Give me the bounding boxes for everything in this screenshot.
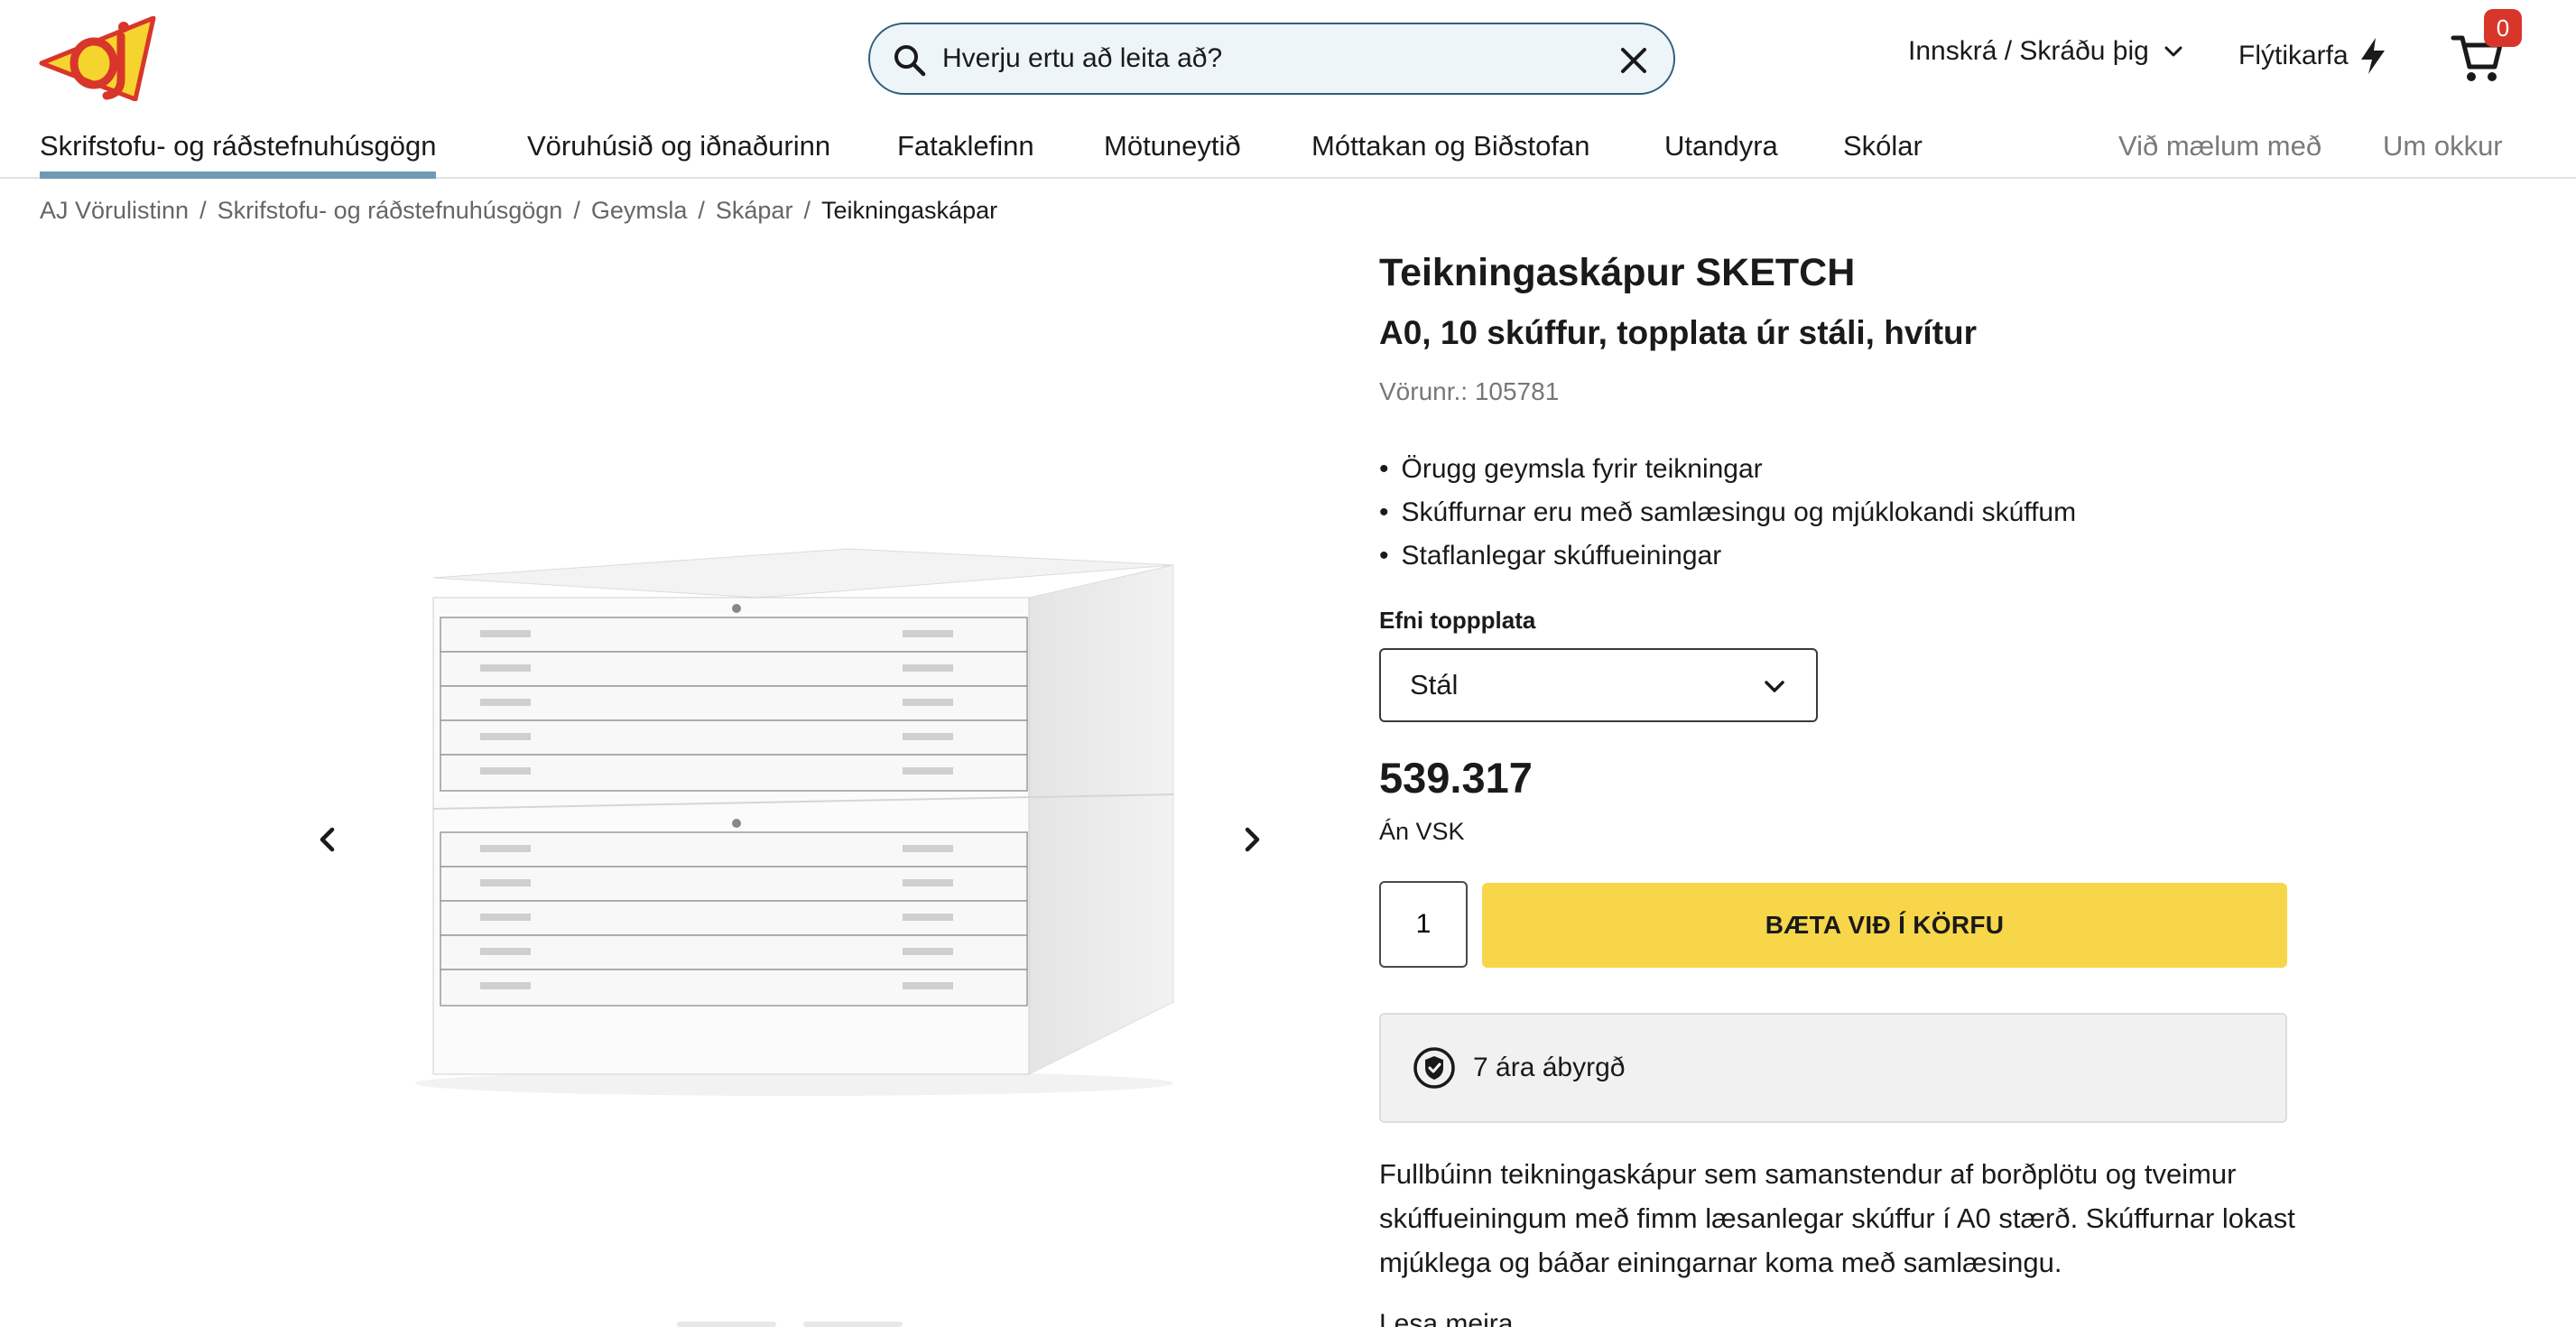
- nav-item-locker-room[interactable]: Fataklefinn: [897, 130, 1034, 162]
- breadcrumb-current: Teikningaskápar: [820, 197, 998, 224]
- gallery-thumbnails: [677, 1322, 903, 1327]
- nav-item-canteen[interactable]: Mötuneytið: [1104, 130, 1241, 162]
- vat-note: Án VSK: [1379, 818, 1465, 845]
- nav-item-reception[interactable]: Móttakan og Biðstofan: [1311, 130, 1589, 162]
- chevron-left-icon[interactable]: [305, 817, 350, 862]
- main-nav: Skrifstofu- og ráðstefnuhúsgögn Vöruhúsi…: [0, 126, 2576, 179]
- product-subtitle: A0, 10 skúffur, topplata úr stáli, hvítu…: [1379, 314, 1978, 351]
- product-sku: Vörunr.: 105781: [1379, 377, 1560, 405]
- login-button[interactable]: Innskrá / Skráðu þig: [1908, 36, 2185, 67]
- nav-item-about[interactable]: Um okkur: [2383, 130, 2503, 162]
- chevron-down-icon: [1765, 681, 1784, 692]
- shield-check-icon: [1413, 1047, 1455, 1089]
- login-label: Innskrá / Skráðu þig: [1908, 36, 2149, 66]
- chevron-down-icon: [2164, 46, 2182, 57]
- breadcrumb-link[interactable]: Skrifstofu- og ráðstefnuhúsgögn: [218, 197, 563, 225]
- list-item: Örugg geymsla fyrir teikningar: [1379, 448, 2076, 491]
- quantity-input[interactable]: [1379, 881, 1468, 968]
- add-to-cart-button[interactable]: BÆTA VIÐ Í KÖRFU: [1482, 883, 2287, 968]
- product-image: [415, 548, 1174, 1096]
- product-bullets: Örugg geymsla fyrir teikningar Skúffurna…: [1379, 448, 2077, 578]
- select-value: Stál: [1410, 669, 1459, 701]
- cart-count-badge: 0: [2484, 9, 2522, 47]
- warranty-box: 7 ára ábyrgð: [1379, 1013, 2287, 1123]
- nav-item-office[interactable]: Skrifstofu- og ráðstefnuhúsgögn: [40, 130, 437, 179]
- nav-item-outdoor[interactable]: Utandyra: [1664, 130, 1778, 162]
- lightning-icon: [2360, 38, 2385, 74]
- product-title: Teikningaskápur SKETCH: [1379, 251, 1856, 294]
- breadcrumb-link[interactable]: Skápar: [716, 197, 793, 225]
- option-label: Efni toppplata: [1379, 607, 1536, 634]
- search-bar: [868, 23, 1675, 95]
- nav-item-schools[interactable]: Skólar: [1843, 130, 1923, 162]
- read-more-link[interactable]: Lesa meira: [1379, 1309, 1513, 1327]
- list-item: Skúffurnar eru með samlæsingu og mjúklok…: [1379, 491, 2077, 534]
- warranty-label: 7 ára ábyrgð: [1473, 1053, 1626, 1082]
- list-item: Staflanlegar skúffueiningar: [1379, 534, 2076, 578]
- search-input[interactable]: [942, 35, 1556, 82]
- aj-logo[interactable]: [38, 16, 159, 101]
- product-description: Fullbúinn teikningaskápur sem samanstend…: [1379, 1158, 2295, 1278]
- close-icon[interactable]: [1616, 42, 1652, 79]
- quick-cart-label: Flýtikarfa: [2238, 41, 2349, 70]
- breadcrumb-link[interactable]: Geymsla: [591, 197, 688, 225]
- nav-item-warehouse[interactable]: Vöruhúsið og iðnaðurinn: [527, 130, 830, 162]
- search-icon[interactable]: [892, 42, 928, 79]
- product-price: 539.317: [1379, 754, 1533, 802]
- top-plate-select[interactable]: Stál: [1379, 648, 1818, 722]
- breadcrumb: AJ Vörulistinn / Skrifstofu- og ráðstefnu…: [40, 197, 998, 225]
- chevron-right-icon[interactable]: [1229, 817, 1274, 862]
- nav-item-recommend[interactable]: Við mælum með: [2118, 130, 2321, 162]
- quick-cart-button[interactable]: Flýtikarfa: [2238, 36, 2388, 76]
- breadcrumb-link[interactable]: AJ Vörulistinn: [40, 197, 189, 225]
